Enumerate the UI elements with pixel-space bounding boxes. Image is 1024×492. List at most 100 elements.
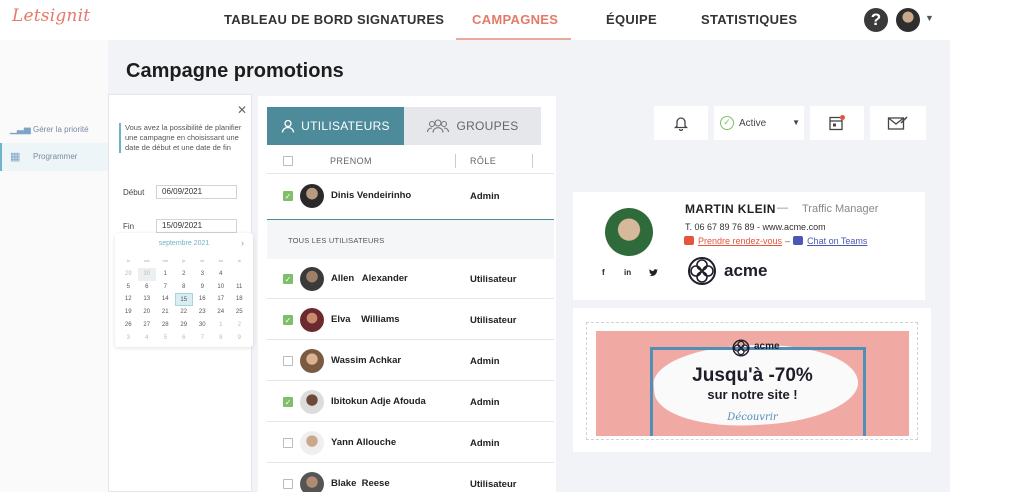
- calendar-day[interactable]: 26: [119, 319, 138, 332]
- calendar-day[interactable]: 19: [119, 306, 138, 319]
- help-icon[interactable]: ?: [864, 8, 888, 32]
- row-checkbox[interactable]: [283, 356, 293, 366]
- user-name: Yann Allouche: [331, 437, 397, 448]
- calendar-day[interactable]: 13: [138, 293, 157, 306]
- select-all-checkbox[interactable]: [283, 156, 293, 166]
- close-icon[interactable]: ✕: [237, 103, 247, 117]
- column-header-role[interactable]: RÔLE: [470, 156, 496, 166]
- calendar-day[interactable]: 4: [138, 332, 157, 345]
- calendar-day[interactable]: 1: [212, 319, 231, 332]
- calendar-day[interactable]: 8: [175, 281, 194, 294]
- calendar-day[interactable]: 30: [137, 267, 156, 281]
- schedule-alert-button[interactable]: [810, 106, 864, 140]
- calendar-day[interactable]: 14: [156, 293, 175, 306]
- status-dropdown[interactable]: ✓ Active ▼: [714, 106, 804, 140]
- calendar-day[interactable]: 6: [175, 332, 194, 345]
- calendar-week: 26 27 28 29 30 1 2: [119, 319, 249, 332]
- calendar-day[interactable]: 5: [156, 332, 175, 345]
- calendar-day[interactable]: 7: [156, 281, 175, 294]
- row-checkbox[interactable]: [283, 479, 293, 489]
- calendar-day-selected[interactable]: 15: [174, 293, 193, 307]
- calendar-day[interactable]: 5: [119, 281, 138, 294]
- calendar-day[interactable]: 29: [175, 319, 194, 332]
- calendar-day[interactable]: 20: [138, 306, 157, 319]
- calendar-day[interactable]: 4: [212, 268, 231, 281]
- calendar-day[interactable]: 21: [156, 306, 175, 319]
- calendar-day[interactable]: 7: [193, 332, 212, 345]
- table-row[interactable]: ✓ Ibitokun Adje Afouda Admin: [267, 382, 554, 422]
- teams-link[interactable]: Chat on Teams: [807, 236, 867, 246]
- chevron-down-icon[interactable]: ▼: [925, 13, 934, 23]
- row-checkbox[interactable]: ✓: [283, 397, 293, 407]
- sidebar: [0, 40, 108, 492]
- table-row[interactable]: Wassim Achkar Admin: [267, 341, 554, 381]
- table-row[interactable]: ✓ Dinis Vendeirinho Admin: [267, 176, 554, 216]
- app-logo[interactable]: Letsignit: [12, 6, 90, 26]
- table-row[interactable]: ✓ Elva Williams Utilisateur: [267, 300, 554, 340]
- user-avatar[interactable]: [896, 8, 920, 32]
- chevron-right-icon[interactable]: ›: [241, 238, 244, 248]
- avatar: [300, 184, 324, 208]
- calendar-day[interactable]: 8: [212, 332, 231, 345]
- calendar-day[interactable]: 2: [230, 319, 249, 332]
- twitter-icon[interactable]: [649, 269, 658, 277]
- row-checkbox[interactable]: [283, 438, 293, 448]
- row-checkbox[interactable]: ✓: [283, 191, 293, 201]
- avatar: [300, 472, 324, 492]
- avatar: [300, 267, 324, 291]
- table-row[interactable]: Blake Reese Utilisateur: [267, 464, 554, 492]
- avatar: [300, 431, 324, 455]
- calendar-day[interactable]: 3: [193, 268, 212, 281]
- row-checkbox[interactable]: ✓: [283, 315, 293, 325]
- nav-signatures[interactable]: SIGNATURES: [357, 12, 444, 27]
- row-checkbox[interactable]: ✓: [283, 274, 293, 284]
- signature-preview: f in MARTIN KLEIN — Traffic Manager T. 0…: [573, 192, 925, 300]
- calendar-day[interactable]: 29: [119, 268, 138, 281]
- tab-groups-label: GROUPES: [456, 119, 519, 133]
- table-row[interactable]: Yann Allouche Admin: [267, 423, 554, 463]
- calendar-day[interactable]: 25: [230, 306, 249, 319]
- promo-banner[interactable]: acme Jusqu'à -70% sur notre site ! Décou…: [596, 331, 909, 436]
- calendar-day[interactable]: 10: [212, 281, 231, 294]
- meeting-link[interactable]: Prendre rendez-vous: [698, 236, 782, 246]
- facebook-icon[interactable]: f: [602, 268, 605, 277]
- tab-groups[interactable]: GROUPES: [404, 107, 541, 145]
- calendar-day[interactable]: 16: [193, 293, 212, 306]
- nav-dashboard[interactable]: TABLEAU DE BORD: [224, 12, 353, 27]
- nav-campaigns[interactable]: CAMPAGNES: [472, 12, 558, 27]
- calendar-day[interactable]: 12: [119, 293, 138, 306]
- sidebar-item-priority[interactable]: ▁▃▅ Gérer la priorité: [0, 124, 108, 140]
- column-header-firstname[interactable]: PRENOM: [330, 156, 372, 166]
- user-name: Ibitokun Adje Afouda: [331, 396, 426, 407]
- banner-cta[interactable]: Découvrir: [596, 412, 909, 423]
- nav-team[interactable]: ÉQUIPE: [606, 12, 657, 27]
- status-value: Active: [739, 117, 767, 129]
- weekday-label: me: [162, 258, 169, 263]
- sidebar-item-schedule[interactable]: ▦ Programmer: [0, 143, 108, 171]
- calendar-day[interactable]: 3: [119, 332, 138, 345]
- calendar-day[interactable]: 22: [175, 306, 194, 319]
- end-date-field[interactable]: 15/09/2021: [156, 219, 237, 233]
- calendar-day[interactable]: 6: [138, 281, 157, 294]
- start-date-field[interactable]: 06/09/2021: [156, 185, 237, 199]
- calendar-day[interactable]: 2: [175, 268, 194, 281]
- notifications-button[interactable]: [654, 106, 708, 140]
- calendar-day[interactable]: 17: [212, 293, 231, 306]
- table-row[interactable]: ✓ Allen Alexander Utilisateur: [267, 259, 554, 299]
- calendar-day[interactable]: 9: [230, 332, 249, 345]
- calendar-day[interactable]: 1: [156, 268, 175, 281]
- calendar-day[interactable]: 24: [212, 306, 231, 319]
- linkedin-icon[interactable]: in: [624, 268, 631, 277]
- calendar-day[interactable]: 23: [193, 306, 212, 319]
- email-preview-button[interactable]: [870, 106, 926, 140]
- user-role: Admin: [470, 191, 500, 202]
- nav-statistics[interactable]: STATISTIQUES: [701, 12, 797, 27]
- calendar-day[interactable]: 30: [193, 319, 212, 332]
- calendar-day[interactable]: 9: [193, 281, 212, 294]
- calendar-day[interactable]: 18: [230, 293, 249, 306]
- tab-users[interactable]: UTILISATEURS: [267, 107, 404, 145]
- calendar-day[interactable]: 27: [138, 319, 157, 332]
- calendar-day[interactable]: 28: [156, 319, 175, 332]
- calendar-day[interactable]: 11: [230, 281, 249, 294]
- user-role: Utilisateur: [470, 315, 517, 326]
